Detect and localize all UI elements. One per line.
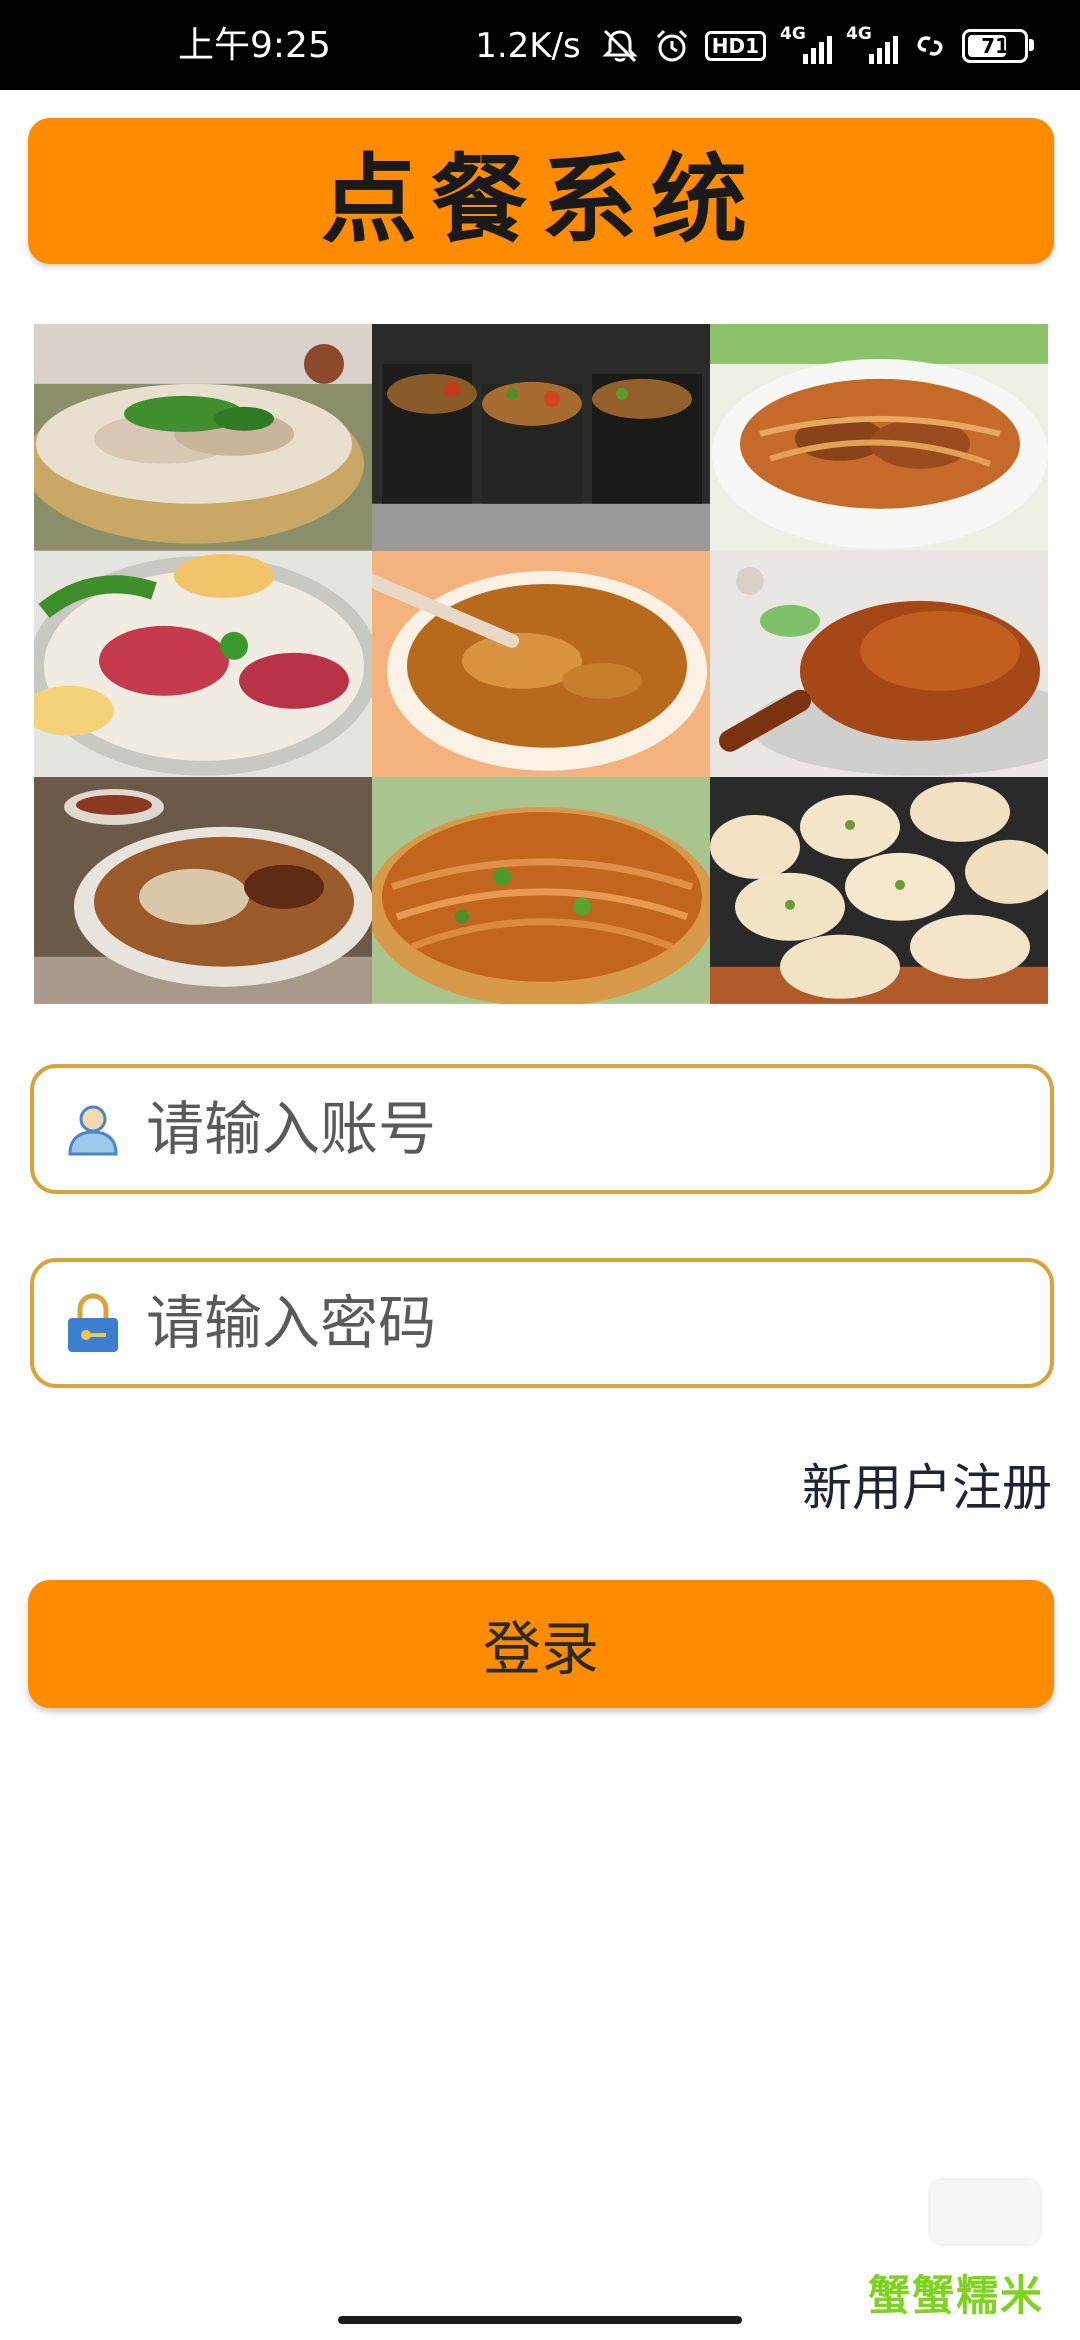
login-button-label: 登录 — [482, 1615, 599, 1683]
status-icons: 1.2K/s HD1 4G 4G 71 — [475, 24, 1034, 68]
network-speed: 1.2K/s — [475, 26, 581, 66]
food-image-grid — [34, 324, 1048, 1004]
register-link[interactable]: 新用户注册 — [802, 1458, 1052, 1518]
password-input[interactable] — [146, 1273, 1050, 1373]
lock-icon — [62, 1292, 124, 1354]
food-image — [34, 324, 372, 551]
account-input[interactable] — [146, 1079, 1050, 1179]
user-icon — [62, 1098, 124, 1160]
food-image — [372, 550, 710, 778]
status-bar: 上午9:25 1.2K/s HD1 4G 4G 71 — [0, 0, 1080, 90]
watermark-badge — [930, 2180, 1040, 2244]
link-icon — [912, 28, 948, 64]
mute-bell-icon — [601, 27, 639, 65]
hd-icon: HD1 — [704, 31, 766, 61]
food-image — [372, 324, 710, 551]
signal-type-label: 4G — [780, 24, 806, 44]
account-field[interactable] — [30, 1064, 1054, 1194]
page-title: 点餐系统 — [321, 143, 761, 256]
login-button[interactable]: 登录 — [28, 1580, 1054, 1708]
password-field[interactable] — [30, 1258, 1054, 1388]
signal-type-label: 4G — [846, 24, 872, 44]
signal-icon: 4G — [780, 24, 832, 64]
food-image — [34, 777, 372, 1004]
battery-level: 71 — [981, 34, 1009, 58]
food-image — [34, 550, 372, 778]
watermark-text: 蟹蟹糯米 — [867, 2271, 1044, 2320]
alarm-icon — [653, 27, 691, 65]
home-indicator[interactable] — [338, 2316, 742, 2324]
food-image — [710, 550, 1048, 778]
signal-icon: 4G — [846, 24, 898, 64]
food-image — [710, 324, 1048, 551]
food-image — [372, 777, 710, 1004]
battery-icon: 71 — [962, 29, 1034, 63]
title-banner: 点餐系统 — [28, 118, 1054, 264]
food-image — [710, 777, 1048, 1004]
status-time: 上午9:25 — [178, 25, 331, 66]
